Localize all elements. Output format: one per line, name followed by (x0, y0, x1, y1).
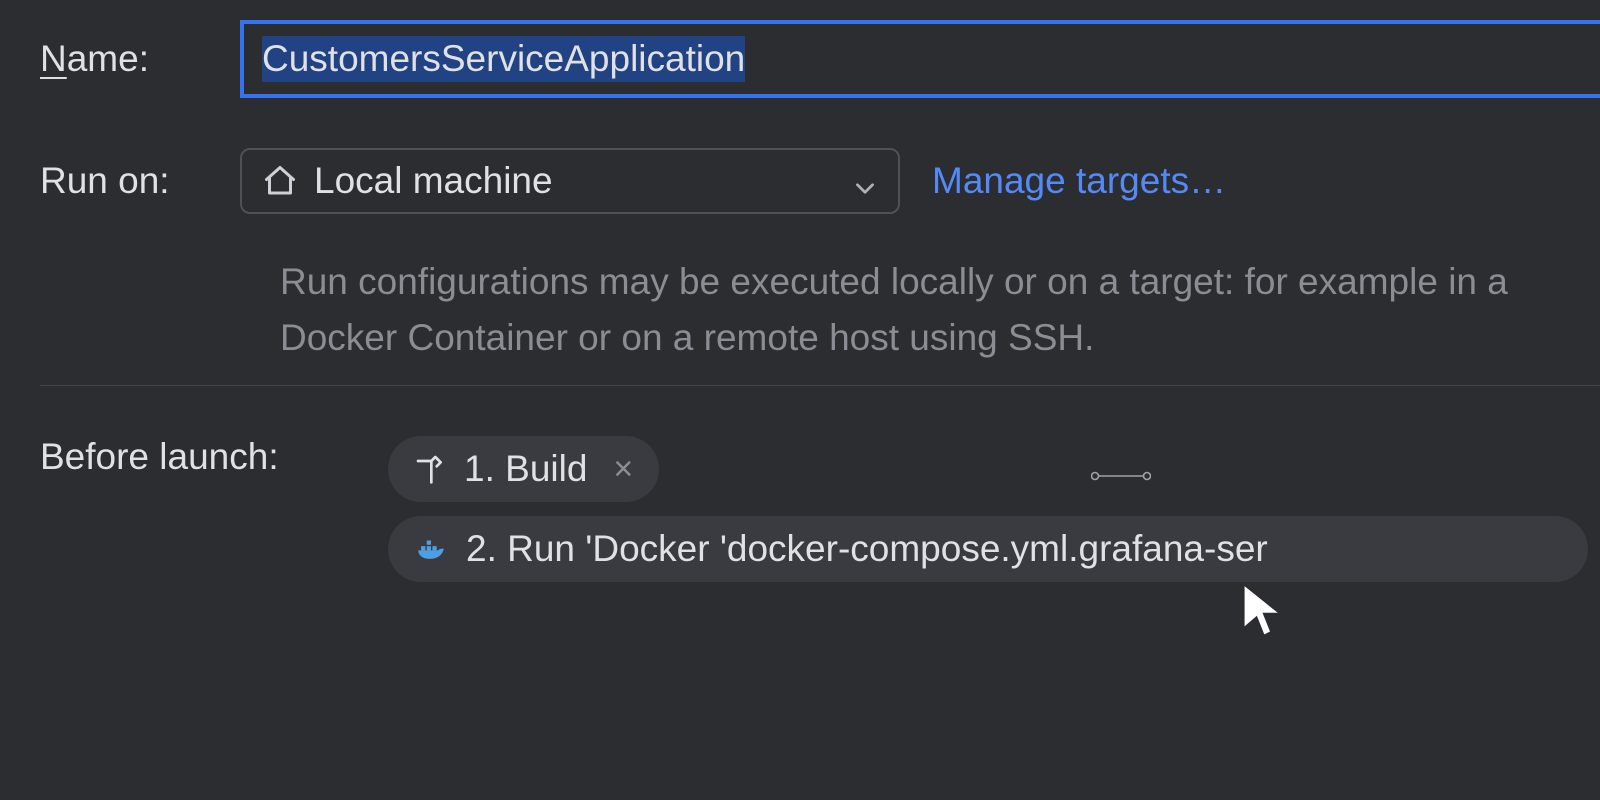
name-row: Name: CustomersServiceApplication (40, 20, 1600, 98)
home-icon (262, 163, 298, 199)
close-icon[interactable]: × (613, 450, 633, 489)
name-label: Name: (40, 38, 240, 80)
task-label: 2. Run 'Docker 'docker-compose.yml.grafa… (466, 528, 1268, 570)
before-launch-task-docker[interactable]: 2. Run 'Docker 'docker-compose.yml.grafa… (388, 516, 1588, 582)
manage-targets-link[interactable]: Manage targets… (932, 160, 1226, 202)
run-on-selected-value: Local machine (314, 160, 852, 202)
name-input-value: CustomersServiceApplication (262, 36, 745, 82)
before-launch-label: Before launch: (40, 436, 388, 478)
run-on-help-text: Run configurations may be executed local… (280, 254, 1600, 365)
run-on-label: Run on: (40, 160, 240, 202)
docker-icon (414, 532, 448, 566)
name-input[interactable]: CustomersServiceApplication (240, 20, 1600, 98)
task-label: 1. Build (464, 448, 587, 490)
divider (40, 385, 1600, 386)
hammer-icon (414, 453, 446, 485)
before-launch-task-build[interactable]: 1. Build × (388, 436, 659, 502)
expand-handle-icon[interactable] (1091, 470, 1151, 482)
chevron-down-icon (852, 168, 878, 194)
run-on-row: Run on: Local machine Manage targets… (40, 148, 1600, 214)
before-launch-tasks: 1. Build × 2. Run (388, 436, 1600, 596)
run-on-select[interactable]: Local machine (240, 148, 900, 214)
before-launch-section: Before launch: 1. Build × (40, 436, 1600, 596)
